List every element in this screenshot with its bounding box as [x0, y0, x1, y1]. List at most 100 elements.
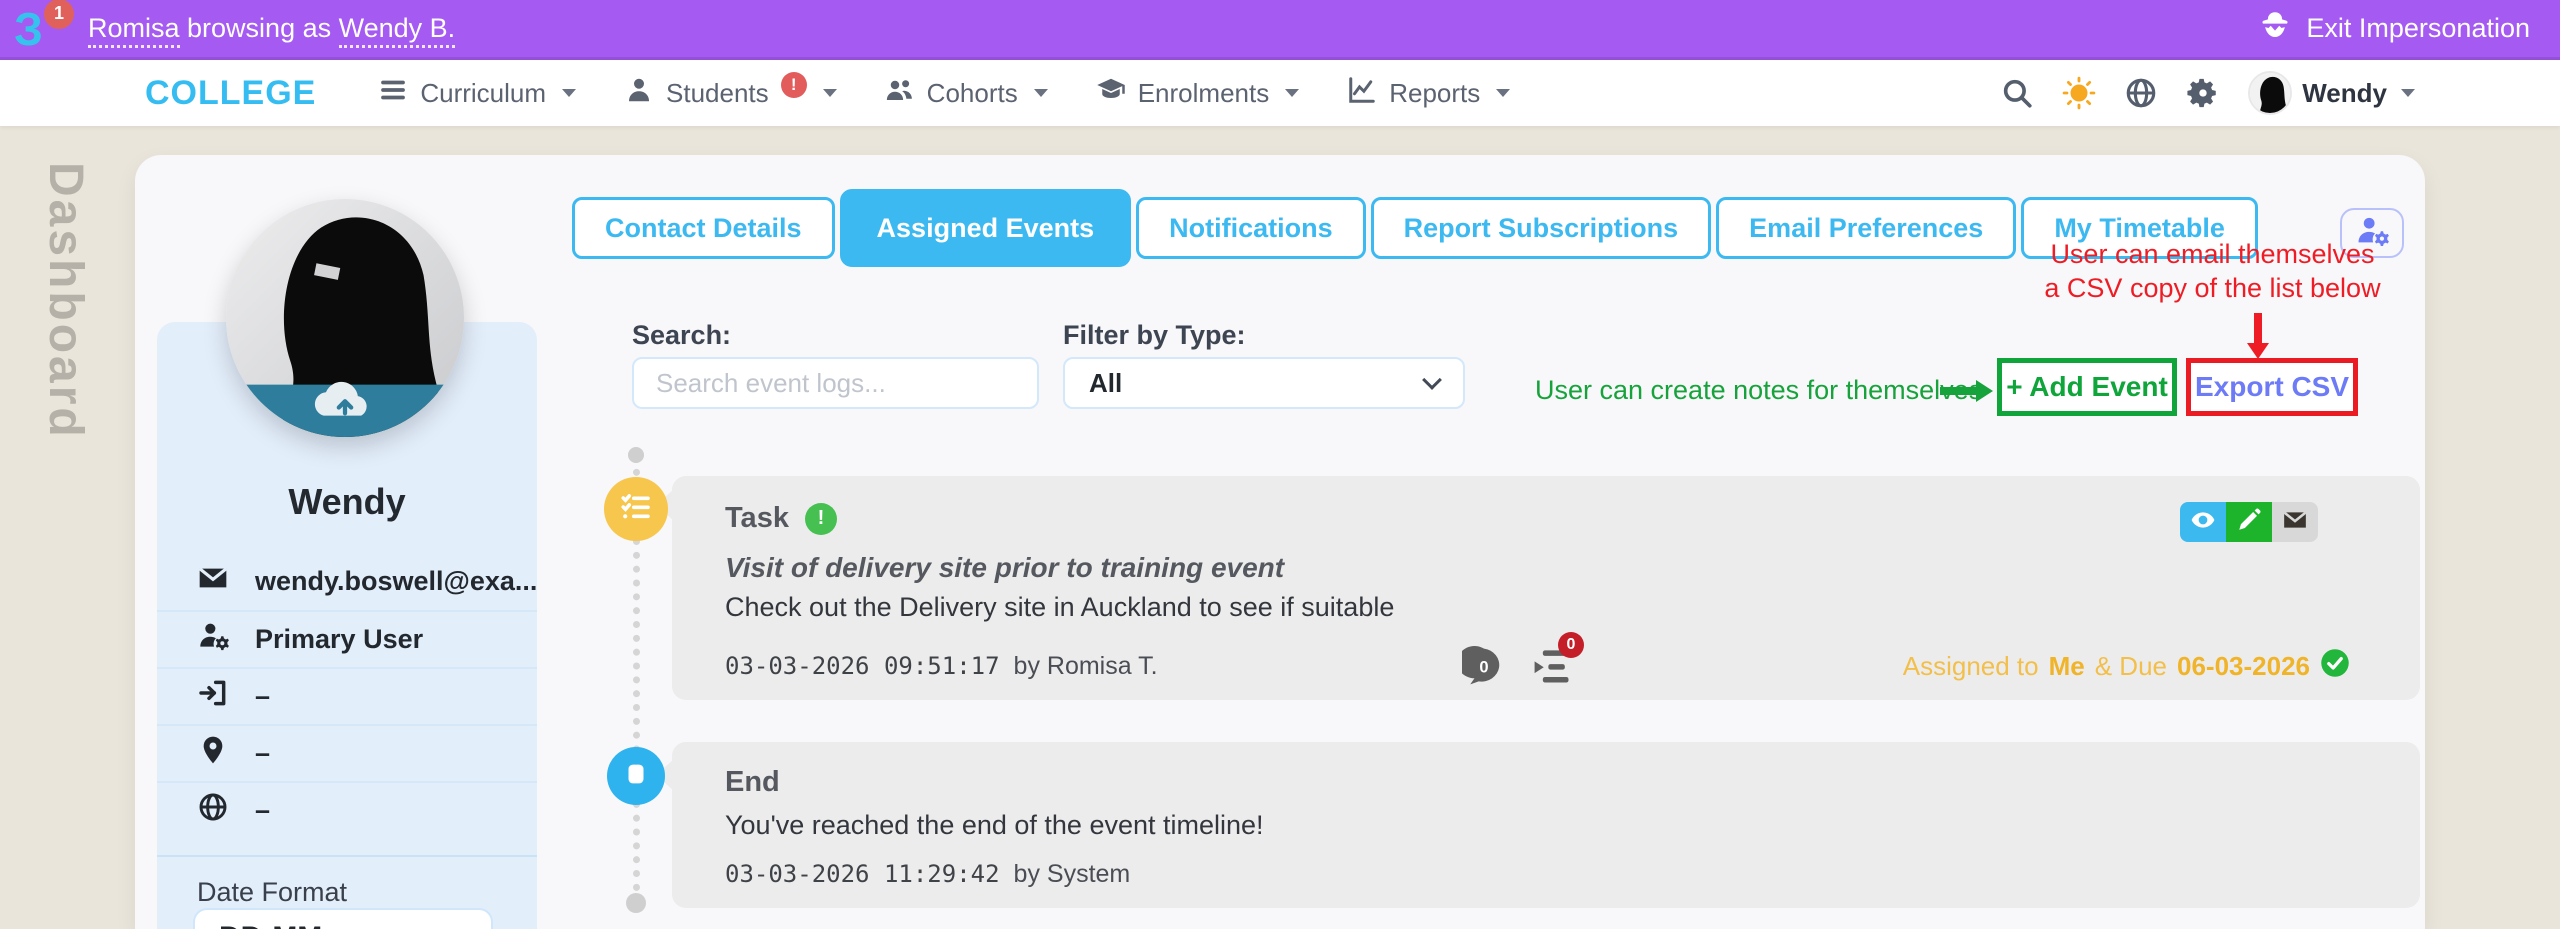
menu-icon: [378, 75, 408, 112]
search-label: Search:: [632, 320, 732, 350]
event-description: You've reached the end of the event time…: [725, 810, 1264, 840]
event-card-end: End You've reached the end of the event …: [656, 742, 2420, 908]
event-mini-actions: 0 0: [1457, 632, 1584, 688]
export-csv-button[interactable]: Export CSV: [2186, 358, 2358, 416]
timeline-start-dot: [628, 447, 644, 463]
comments-button[interactable]: 0: [1457, 644, 1506, 688]
pencil-icon: [2236, 507, 2262, 538]
dashboard-card: Wendy wendy.boswell@exa... Primary User: [135, 155, 2425, 929]
event-title: Visit of delivery site prior to training…: [725, 552, 1285, 583]
nav-item-curriculum[interactable]: Curriculum: [378, 75, 577, 112]
avatar: [2248, 71, 2293, 115]
detail-row-location: –: [157, 724, 537, 781]
brand-logo-icon[interactable]: Ɛ 1: [14, 0, 74, 57]
edit-button[interactable]: [2226, 502, 2272, 542]
tab-notifications[interactable]: Notifications: [1136, 197, 1366, 259]
date-format-label: Date Format: [197, 877, 348, 907]
nav-items: Curriculum Students ! Cohorts Enrolments…: [378, 72, 1511, 112]
view-button[interactable]: [2180, 502, 2226, 542]
detail-row-last-login: –: [157, 667, 537, 724]
profile-tabs: Contact Details Assigned Events Notifica…: [572, 189, 2258, 267]
profile-photo[interactable]: [226, 199, 464, 437]
date-format-select[interactable]: DD-MM: [193, 908, 493, 929]
chevron-down-icon: [1033, 89, 1048, 97]
detail-row-website: –: [157, 781, 537, 838]
event-timestamp: 03-03-2026 09:51:17: [725, 652, 1000, 680]
language-globe-icon[interactable]: [2124, 76, 2158, 110]
check-circle-icon: [2320, 648, 2350, 685]
spy-icon: [2258, 8, 2292, 49]
nav-item-cohorts[interactable]: Cohorts: [885, 75, 1048, 112]
annotation-csv-note: User can email themselves a CSV copy of …: [2044, 239, 2381, 303]
students-alert-badge: !: [780, 72, 807, 98]
user-menu[interactable]: Wendy: [2248, 71, 2415, 115]
tab-email-preferences[interactable]: Email Preferences: [1716, 197, 2017, 259]
add-event-button[interactable]: + Add Event: [1997, 358, 2177, 416]
chevron-down-icon: [562, 89, 577, 97]
task-status-badge: !: [804, 502, 837, 535]
event-card-task: Task ! Visit of delivery site prior to t…: [656, 476, 2420, 700]
comments-count: 0: [1479, 658, 1488, 676]
chevron-down-icon: [1496, 89, 1511, 97]
search-input[interactable]: [632, 357, 1039, 409]
exit-impersonation-button[interactable]: Exit Impersonation: [2258, 8, 2530, 49]
annotation-arrow-right-icon: [1940, 380, 1995, 402]
exit-impersonation-label: Exit Impersonation: [2306, 13, 2530, 43]
assigned-status: Assigned to Me & Due 06-03-2026: [1903, 648, 2350, 685]
event-timestamp: 03-03-2026 11:29:42: [725, 860, 1000, 888]
envelope-icon: [197, 562, 229, 601]
nav-item-students[interactable]: Students !: [624, 72, 837, 112]
envelope-icon: [2282, 507, 2308, 538]
chevron-down-icon: [1285, 89, 1300, 97]
globe-icon: [197, 791, 229, 830]
notification-badge: 1: [44, 0, 74, 29]
panel-divider: [157, 855, 537, 857]
event-description: Check out the Delivery site in Auckland …: [725, 592, 1395, 622]
page-title: Dashboard: [39, 162, 92, 440]
people-icon: [885, 75, 915, 112]
annotation-arrow-down-icon: [2247, 313, 2269, 359]
location-pin-icon: [197, 734, 229, 773]
annotation-notes-note: User can create notes for themselves: [1535, 375, 1983, 405]
event-author: by Romisa T.: [1013, 652, 1158, 680]
filter-type-select[interactable]: All: [1063, 357, 1465, 409]
sign-in-icon: [197, 677, 229, 716]
search-icon[interactable]: [2000, 76, 2034, 110]
profile-name: Wendy: [288, 481, 406, 522]
impersonated-user-link[interactable]: Wendy B.: [338, 13, 456, 48]
detail-row-email: wendy.boswell@exa...: [157, 553, 537, 610]
profile-details: wendy.boswell@exa... Primary User – – –: [157, 553, 537, 838]
user-name: Wendy: [2302, 77, 2387, 108]
nav-item-enrolments[interactable]: Enrolments: [1096, 75, 1300, 112]
chevron-down-icon: [822, 89, 837, 97]
event-type: End: [725, 766, 780, 798]
impersonation-bar: Ɛ 1 Romisa browsing as Wendy B. Exit Imp…: [0, 0, 2560, 60]
email-button[interactable]: [2272, 502, 2318, 542]
subtasks-count-badge: 0: [1558, 632, 1584, 658]
settings-gear-icon[interactable]: [2186, 76, 2220, 110]
tab-assigned-events[interactable]: Assigned Events: [839, 189, 1132, 267]
chart-icon: [1347, 75, 1377, 112]
detail-row-role: Primary User: [157, 610, 537, 667]
tab-report-subscriptions[interactable]: Report Subscriptions: [1370, 197, 1712, 259]
assigned-to: Me: [2048, 651, 2085, 681]
impersonation-text: Romisa browsing as Wendy B.: [88, 13, 456, 48]
task-node: [604, 477, 668, 541]
nav-right-actions: Wendy: [2000, 71, 2415, 115]
college-logo[interactable]: COLLEGE: [145, 74, 316, 113]
end-node: [607, 747, 665, 805]
event-type: Task: [725, 502, 789, 534]
stop-icon: [621, 759, 651, 794]
person-icon: [624, 75, 654, 112]
chevron-down-icon: [1422, 370, 1442, 390]
chevron-down-icon: [2401, 89, 2415, 97]
theme-sun-icon[interactable]: [2062, 76, 2096, 110]
subtasks-button[interactable]: 0: [1530, 632, 1584, 688]
person-gear-icon: [197, 620, 229, 659]
event-author: by System: [1013, 860, 1131, 888]
event-actions: [2180, 502, 2318, 542]
tab-contact-details[interactable]: Contact Details: [572, 197, 835, 259]
main-navbar: COLLEGE Curriculum Students ! Cohorts En…: [0, 60, 2560, 126]
nav-item-reports[interactable]: Reports: [1347, 75, 1511, 112]
impersonator-link[interactable]: Romisa: [88, 13, 180, 48]
